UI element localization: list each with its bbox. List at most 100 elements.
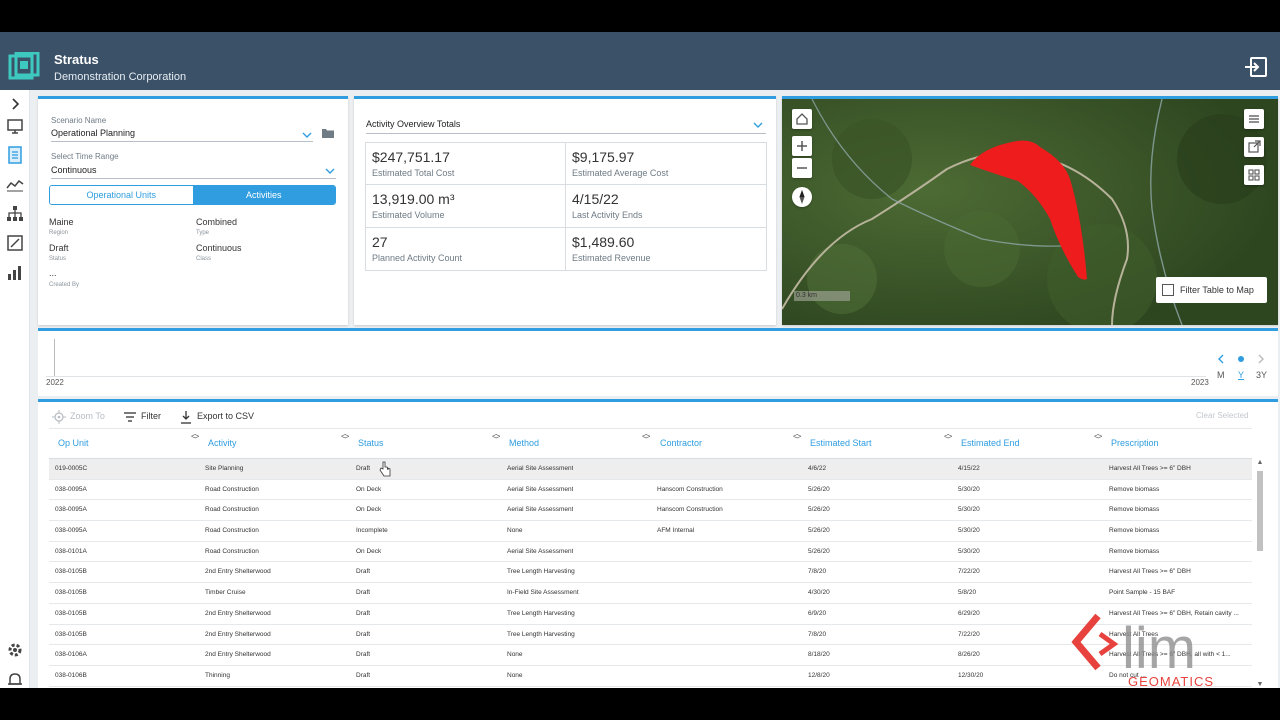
table-row[interactable]: 038-0105B 2nd Entry Shelterwood Draft Tree … <box>49 562 1252 584</box>
cell-prescription: Harvest All Trees >= 6" DBH <box>1109 568 1191 576</box>
class-value: Continuous <box>196 243 242 253</box>
tab-activities[interactable]: Activities <box>192 186 335 204</box>
timeline-start-year: 2022 <box>46 378 64 387</box>
activity-count-value: 27 <box>372 233 388 250</box>
table-row[interactable]: 038-0105B Timber Cruise Draft In-Field Site… <box>49 583 1252 604</box>
stratus-logo <box>8 52 40 80</box>
edit-chart-icon[interactable] <box>5 233 25 253</box>
basemap-gallery-icon[interactable] <box>1244 165 1264 185</box>
cell-activity: 2nd Entry Shelterwood <box>205 609 271 617</box>
chevron-down-icon[interactable] <box>325 167 335 175</box>
table-row[interactable]: 038-0101A Road Construction On Deck Aerial … <box>49 542 1252 563</box>
chevron-down-icon[interactable] <box>302 131 312 139</box>
filter-map-checkbox[interactable] <box>1162 284 1174 296</box>
column-header-activity[interactable]: Activity <box>208 438 237 448</box>
hierarchy-icon[interactable] <box>5 204 25 224</box>
chevron-right-icon[interactable] <box>1256 354 1266 364</box>
time-range-select[interactable]: Continuous <box>51 165 97 175</box>
table-row[interactable]: 038-0095A Road Construction On Deck Aerial … <box>49 500 1252 522</box>
status-key: Status <box>49 256 67 262</box>
cell-prescription: Remove biomass <box>1109 527 1160 535</box>
column-resize-handle[interactable]: <> <box>341 432 349 441</box>
layer-list-icon[interactable] <box>1244 109 1264 129</box>
timeline-mode-year[interactable]: Y <box>1238 370 1244 380</box>
filter-map-label: Filter Table to Map <box>1180 285 1254 295</box>
tab-operational-units[interactable]: Operational Units <box>50 186 193 204</box>
totals-grid: $247,751.17 Estimated Total Cost $9,175.9… <box>365 142 767 271</box>
cell-activity: Site Planning <box>205 465 244 472</box>
trend-icon[interactable] <box>5 175 25 195</box>
cell-status: Draft <box>356 609 371 617</box>
chevron-left-icon[interactable] <box>1216 354 1226 364</box>
column-header-status[interactable]: Status <box>358 438 384 448</box>
bar-chart-icon[interactable] <box>5 263 25 283</box>
column-header-estimated-end[interactable]: Estimated End <box>961 438 1020 448</box>
column-header-estimated-start[interactable]: Estimated Start <box>810 438 872 448</box>
column-header-method[interactable]: Method <box>509 438 539 448</box>
folder-icon[interactable] <box>321 127 335 139</box>
column-resize-handle[interactable]: <> <box>944 432 952 441</box>
cell-estimated-start: 5/26/20 <box>808 547 830 555</box>
map-panel[interactable]: 0.3 km Filter Table to Map <box>782 96 1278 325</box>
totals-dropdown[interactable]: Activity Overview Totals <box>366 119 460 129</box>
table-scrollbar[interactable]: ▲ ▼ <box>1256 459 1264 688</box>
download-icon <box>181 410 191 424</box>
column-resize-handle[interactable]: <> <box>191 432 199 441</box>
logout-icon[interactable] <box>1244 56 1268 78</box>
cell-estimated-end: 7/22/20 <box>958 568 980 576</box>
filter-table-to-map-toggle[interactable]: Filter Table to Map <box>1156 277 1267 303</box>
cell-op-unit: 038-0095A <box>55 506 87 514</box>
column-header-contractor[interactable]: Contractor <box>660 438 702 448</box>
cell-estimated-start: 6/9/20 <box>808 609 827 617</box>
column-resize-handle[interactable]: <> <box>793 432 801 441</box>
volume-cell: 13,919.00 m³ Estimated Volume <box>366 185 566 228</box>
scroll-down-icon[interactable]: ▼ <box>1256 681 1264 688</box>
cell-op-unit: 038-0106B <box>55 671 87 679</box>
open-external-icon[interactable] <box>1244 137 1264 157</box>
column-resize-handle[interactable]: <> <box>642 432 650 441</box>
clear-selected-button[interactable]: Clear Selected <box>1196 409 1248 423</box>
settings-gear-icon[interactable] <box>5 640 25 660</box>
column-header-prescription[interactable]: Prescription <box>1111 438 1159 448</box>
cell-prescription: Remove biomass <box>1109 485 1160 493</box>
cell-method: None <box>507 651 523 659</box>
cell-prescription: Remove biomass <box>1109 506 1160 514</box>
cell-activity: Road Construction <box>205 527 259 535</box>
cell-status: Draft <box>356 671 371 679</box>
svg-text:lim: lim <box>1122 616 1196 681</box>
filter-label: Filter <box>141 411 161 421</box>
created-by-value: ... <box>49 268 57 278</box>
timeline-mode-3y[interactable]: 3Y <box>1256 370 1267 380</box>
cell-prescription: Point Sample - 15 BAF <box>1109 589 1176 597</box>
cell-status: Draft <box>356 589 371 597</box>
timeline-current-dot[interactable] <box>1238 356 1244 362</box>
revenue-label: Estimated Revenue <box>572 252 651 263</box>
scroll-up-icon[interactable]: ▲ <box>1256 459 1264 469</box>
export-csv-button[interactable]: Export to CSV <box>179 409 254 424</box>
column-resize-handle[interactable]: <> <box>1094 432 1102 441</box>
monitor-icon[interactable] <box>5 116 25 136</box>
scrollbar-thumb[interactable] <box>1257 471 1263 551</box>
hand-cursor-icon <box>379 461 391 477</box>
cell-method: Tree Length Harvesting <box>507 609 575 617</box>
timeline-mode-month[interactable]: M <box>1217 370 1225 380</box>
zoom-in-icon[interactable] <box>792 136 812 156</box>
column-header-op-unit[interactable]: Op Unit <box>58 438 89 448</box>
filter-button[interactable]: Filter <box>123 409 161 423</box>
chevron-down-icon[interactable] <box>753 121 763 129</box>
cell-activity: 2nd Entry Shelterwood <box>205 630 271 638</box>
scenario-name-select[interactable]: Operational Planning <box>51 128 135 138</box>
table-row[interactable]: 038-0095A Road Construction Incomplete None… <box>49 521 1252 542</box>
expand-sidebar-icon[interactable] <box>5 94 25 114</box>
zoom-to-button[interactable]: Zoom To <box>52 409 105 424</box>
column-resize-handle[interactable]: <> <box>492 432 500 441</box>
scenario-document-icon[interactable] <box>5 145 25 165</box>
compass-icon[interactable] <box>792 187 812 207</box>
cell-contractor: AFM Internal <box>657 527 695 535</box>
revenue-cell: $1,489.60 Estimated Revenue <box>566 228 766 270</box>
zoom-out-icon[interactable] <box>792 158 812 178</box>
table-row[interactable]: 019-0005C Site Planning Draft Aerial Site A… <box>49 459 1252 480</box>
table-row[interactable]: 038-0095A Road Construction On Deck Aerial … <box>49 480 1252 501</box>
notification-bell-icon[interactable] <box>5 670 25 688</box>
home-icon[interactable] <box>792 109 812 129</box>
